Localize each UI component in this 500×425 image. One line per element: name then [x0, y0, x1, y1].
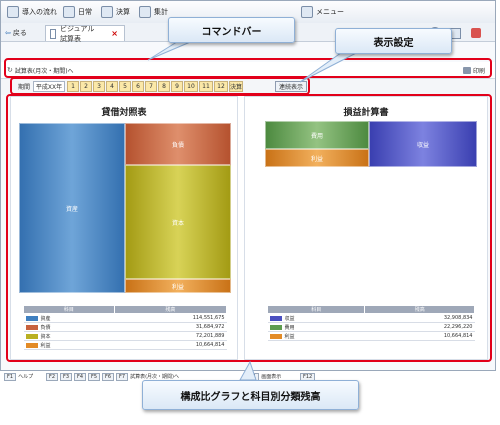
graph-description-pointer [239, 360, 257, 381]
display-settings-callout: 表示設定 [335, 28, 452, 54]
callout-pointers [147, 39, 363, 381]
command-bar-callout: コマンドバー [168, 17, 295, 43]
graph-description-callout: 構成比グラフと科目別分類残高 [142, 380, 359, 410]
command-bar-pointer [147, 39, 196, 61]
display-settings-pointer [299, 49, 363, 83]
